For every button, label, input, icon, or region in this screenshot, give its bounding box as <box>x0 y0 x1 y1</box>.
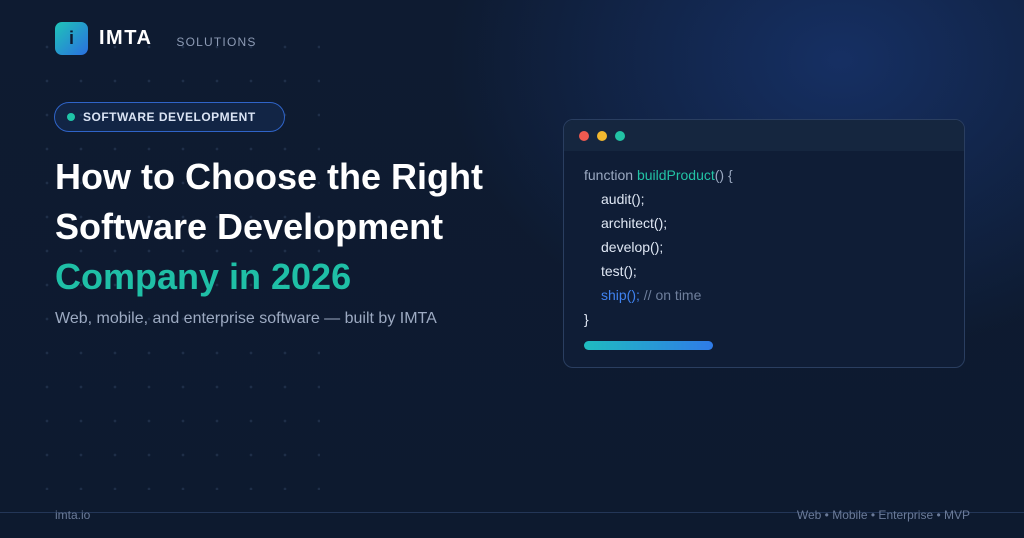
code-window: function buildProduct() { audit(); archi… <box>563 119 965 368</box>
title-line-3: Company in 2026 <box>55 256 352 297</box>
code-line: test(); <box>601 263 637 279</box>
code-line: architect(); <box>601 215 668 231</box>
category-badge: SOFTWARE DEVELOPMENT <box>54 102 285 132</box>
window-titlebar <box>564 120 964 151</box>
page-title: How to Choose the Right Software Develop… <box>55 152 483 302</box>
title-line-1: How to Choose the Right <box>55 156 483 197</box>
footer-services: Web • Mobile • Enterprise • MVP <box>796 508 970 522</box>
code-ship-call: ship(); <box>601 287 640 303</box>
code-block: function buildProduct() { audit(); archi… <box>584 163 733 331</box>
badge-dot-icon <box>67 113 75 121</box>
window-maximize-dot-icon <box>615 130 625 141</box>
subtitle: Web, mobile, and enterprise software — b… <box>55 310 437 327</box>
code-line: audit(); <box>601 191 645 207</box>
brand-tagline: SOLUTIONS <box>176 34 257 49</box>
code-line-closing: } <box>584 311 589 327</box>
logo-letter: i <box>68 28 74 48</box>
progress-bar <box>584 341 713 350</box>
code-line-signature: function buildProduct() { <box>584 163 733 187</box>
brand-logo[interactable]: i IMTA SOLUTIONS <box>55 22 257 55</box>
code-comment: // on time <box>643 287 702 303</box>
code-keyword: function <box>584 167 634 183</box>
code-function-name: buildProduct <box>636 167 715 183</box>
window-close-dot-icon <box>579 130 589 141</box>
category-label: SOFTWARE DEVELOPMENT <box>83 110 256 124</box>
code-signature-tail: () { <box>714 167 733 183</box>
brand-name: IMTA <box>99 27 153 49</box>
logo-icon: i <box>55 22 88 55</box>
code-line-ship: ship(); // on time <box>584 283 733 307</box>
title-line-2: Software Development <box>55 206 444 247</box>
window-minimize-dot-icon <box>597 130 607 141</box>
footer-domain-link[interactable]: imta.io <box>55 508 90 522</box>
code-line: develop(); <box>601 239 664 255</box>
